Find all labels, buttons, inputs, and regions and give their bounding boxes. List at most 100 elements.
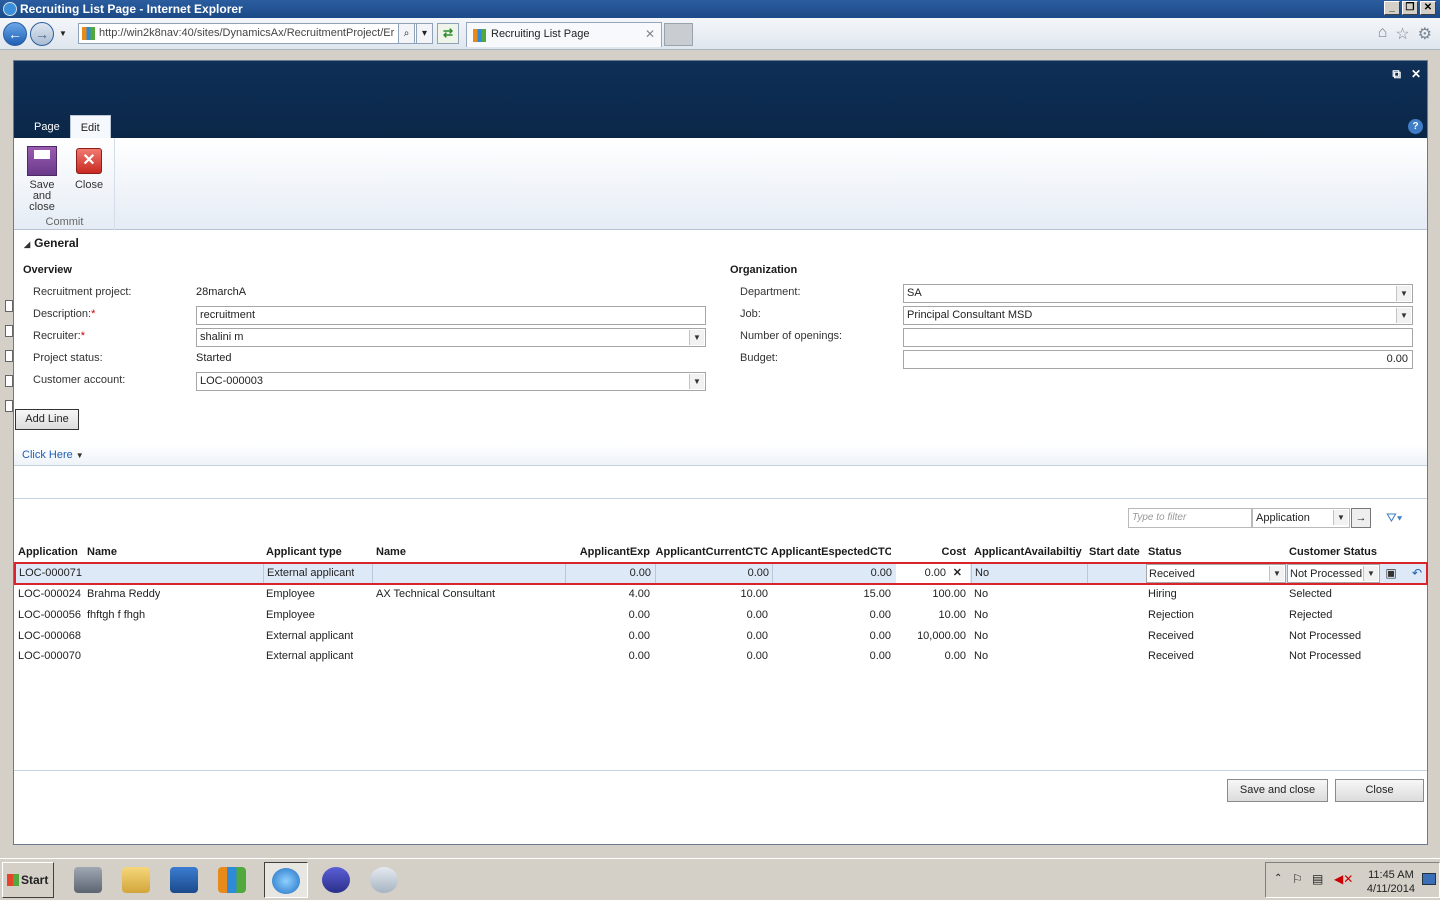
col-expected-ctc[interactable]: ApplicantEspectedCTC <box>771 542 891 562</box>
chevron-down-icon[interactable]: ▼ <box>1333 510 1348 525</box>
close-tab-icon[interactable]: ✕ <box>645 23 655 46</box>
maximize-dialog-icon[interactable]: ⧉ <box>1392 67 1401 82</box>
browser-toolbar: ← → ▼ http://win2k8nav:40/sites/Dynamics… <box>0 18 1440 50</box>
col-status[interactable]: Status <box>1148 542 1182 562</box>
customer-status-select[interactable]: Not Processed ▼ <box>1287 564 1380 583</box>
table-row[interactable]: LOC-000070 External applicant 0.00 0.00 … <box>14 646 1426 666</box>
col-start-date[interactable]: Start date <box>1089 542 1140 562</box>
table-row[interactable]: LOC-000024 Brahma Reddy Employee AX Tech… <box>14 584 1426 604</box>
job-select[interactable]: Principal Consultant MSD ▼ <box>903 306 1413 325</box>
show-desktop-icon[interactable] <box>1422 873 1436 885</box>
filter-input[interactable]: Type to filter <box>1128 508 1252 528</box>
clear-icon[interactable]: ✕ <box>953 564 962 583</box>
chevron-down-icon[interactable]: ▼ <box>1363 566 1378 581</box>
add-line-button[interactable]: Add Line <box>15 409 79 430</box>
close-dialog-icon[interactable]: ✕ <box>1411 67 1421 82</box>
address-bar[interactable]: http://win2k8nav:40/sites/DynamicsAx/Rec… <box>78 23 432 44</box>
cell-application[interactable]: LOC-000071 <box>19 564 85 583</box>
action-center-flag-icon[interactable]: ⚐ <box>1292 872 1303 886</box>
filter-go-button[interactable]: → <box>1351 508 1371 528</box>
save-row-icon[interactable]: ▣ <box>1383 565 1399 581</box>
undo-icon[interactable]: ↶ <box>1409 565 1425 581</box>
table-row[interactable]: LOC-000056 fhftgh f fhgh Employee 0.00 0… <box>14 605 1426 625</box>
col-availability[interactable]: ApplicantAvailabiltiy <box>974 542 1082 562</box>
taskbar-visual-studio[interactable] <box>314 862 358 898</box>
status-select[interactable]: Received ▼ <box>1146 564 1286 583</box>
chevron-down-icon[interactable]: ▼ <box>689 374 704 389</box>
ribbon-save-close-label: Save and close <box>29 179 55 213</box>
col-name-2[interactable]: Name <box>376 542 406 562</box>
tab-edit[interactable]: Edit <box>69 115 111 138</box>
home-icon[interactable]: ⌂ <box>1378 24 1388 44</box>
col-name[interactable]: Name <box>87 542 117 562</box>
col-applicant-type[interactable]: Applicant type <box>266 542 342 562</box>
cell-exp[interactable]: 0.00 <box>565 564 651 583</box>
department-select[interactable]: SA ▼ <box>903 284 1413 303</box>
cost-input[interactable]: 0.00 ✕ <box>896 564 970 583</box>
openings-field[interactable] <box>903 328 1413 347</box>
cell-expected-ctc[interactable]: 0.00 <box>772 564 892 583</box>
recruiting-dialog: ⧉ ✕ Page Edit ? Save and close ✕ Close C… <box>13 60 1428 845</box>
cell-availability[interactable]: No <box>975 564 989 583</box>
cell-application: LOC-000068 <box>18 630 81 642</box>
show-hidden-icons-icon[interactable]: ⌃ <box>1274 873 1282 884</box>
table-row[interactable]: LOC-000068 External applicant 0.00 0.00 … <box>14 626 1426 646</box>
tools-gear-icon[interactable]: ⚙ <box>1418 24 1432 44</box>
tab-page[interactable]: Page <box>24 115 70 138</box>
minimize-button[interactable]: _ <box>1384 1 1400 15</box>
taskbar-powershell[interactable] <box>162 862 206 898</box>
help-icon[interactable]: ? <box>1408 119 1423 134</box>
search-icon[interactable]: ⌕ <box>398 23 415 44</box>
taskbar-dynamics-ax[interactable] <box>210 862 254 898</box>
chevron-down-icon[interactable]: ▼ <box>1269 566 1284 581</box>
click-here-link[interactable]: Click Here ▼ <box>22 449 84 461</box>
taskbar-explorer[interactable] <box>114 862 158 898</box>
cell-applicant-type: External applicant <box>266 650 354 662</box>
back-button[interactable]: ← <box>3 22 27 46</box>
cell-applicant-type[interactable]: External applicant <box>267 564 354 583</box>
restore-button[interactable]: ❐ <box>1402 1 1418 15</box>
close-window-button[interactable]: ✕ <box>1420 1 1436 15</box>
ribbon-save-close-button[interactable]: Save and close <box>19 146 65 213</box>
ie-logo-icon <box>3 2 17 16</box>
history-dropdown-icon[interactable]: ▼ <box>59 29 67 38</box>
chevron-down-icon[interactable]: ▼ <box>1396 286 1411 301</box>
save-and-close-button[interactable]: Save and close <box>1227 779 1328 802</box>
chevron-down-icon[interactable]: ▼ <box>1396 308 1411 323</box>
customer-account-select[interactable]: LOC-000003 ▼ <box>196 372 706 391</box>
volume-muted-icon[interactable]: ◀✕ <box>1334 872 1353 886</box>
ribbon-close-button[interactable]: ✕ Close <box>72 146 106 191</box>
browser-tab[interactable]: Recruiting List Page ✕ <box>466 22 662 47</box>
favorites-star-icon[interactable]: ☆ <box>1395 24 1409 44</box>
taskbar-internet-explorer[interactable] <box>264 862 308 898</box>
new-tab-button[interactable] <box>664 23 693 46</box>
budget-field[interactable]: 0.00 <box>903 350 1413 369</box>
forward-button[interactable]: → <box>30 22 54 46</box>
chevron-down-icon[interactable]: ▼ <box>689 330 704 345</box>
cell-customer-status: Selected <box>1289 588 1332 600</box>
taskbar-server-manager[interactable] <box>66 862 110 898</box>
clock[interactable]: 11:45 AM 4/11/2014 <box>1367 868 1415 896</box>
table-row-selected[interactable]: LOC-000071 External applicant 0.00 0.00 … <box>14 562 1428 585</box>
col-cost[interactable]: Cost <box>894 542 966 562</box>
filter-field-select[interactable]: Application ▼ <box>1252 508 1350 528</box>
cell-current-ctc[interactable]: 0.00 <box>655 564 769 583</box>
col-current-ctc[interactable]: ApplicantCurrentCTC <box>654 542 768 562</box>
network-icon[interactable]: ▤ <box>1312 872 1323 886</box>
cell-status: Received <box>1148 650 1194 662</box>
general-section-header[interactable]: ◢ General <box>24 236 79 250</box>
col-application[interactable]: Application <box>18 542 78 562</box>
server-manager-icon <box>74 867 102 893</box>
col-customer-status[interactable]: Customer Status <box>1289 542 1377 562</box>
recruiter-select[interactable]: shalini m ▼ <box>196 328 706 347</box>
grid-header: Application Name Applicant type Name App… <box>14 542 1426 562</box>
close-button[interactable]: Close <box>1335 779 1424 802</box>
col-applicant-exp[interactable]: ApplicantExp <box>564 542 650 562</box>
description-field[interactable]: recruitment <box>196 306 706 325</box>
cell-current-ctc: 0.00 <box>746 650 768 662</box>
filter-options-icon[interactable]: ⛛▾ <box>1386 510 1402 526</box>
start-button[interactable]: Start <box>2 862 54 898</box>
address-dropdown-icon[interactable]: ▾ <box>416 23 433 44</box>
taskbar-paint[interactable] <box>362 862 406 898</box>
refresh-button[interactable]: ⇄ <box>437 23 459 44</box>
